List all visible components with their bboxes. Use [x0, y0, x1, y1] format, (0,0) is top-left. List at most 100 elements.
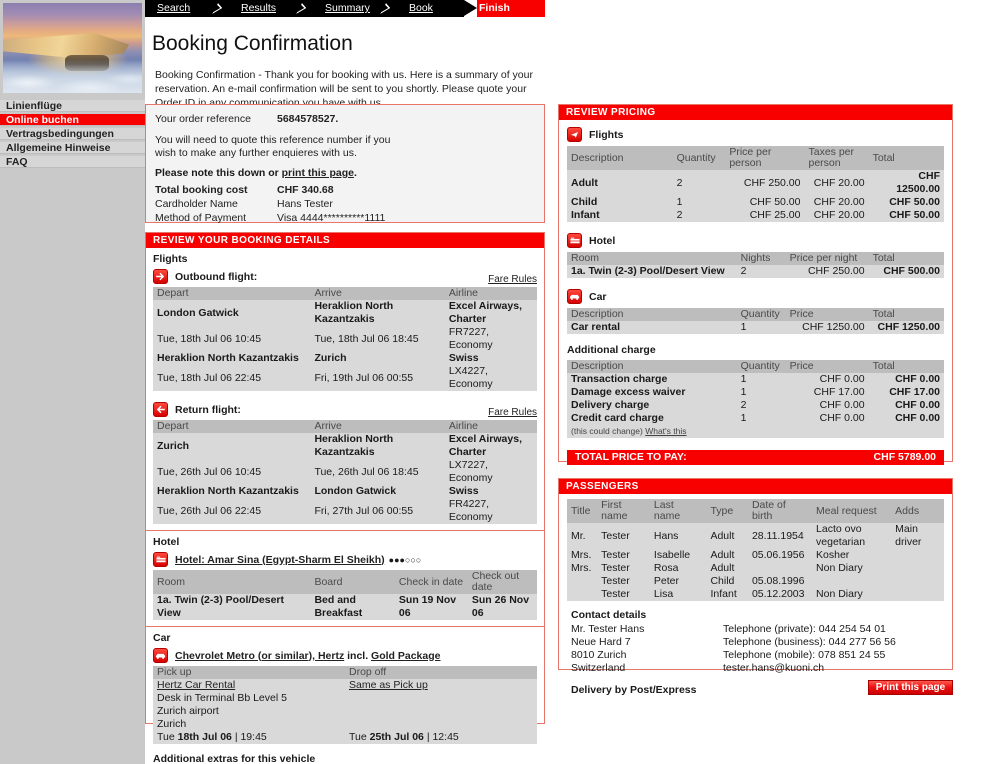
- cell-arrive: Zurich: [310, 352, 445, 365]
- breadcrumb-step-book[interactable]: Book: [397, 0, 464, 17]
- phone-mobile: Telephone (mobile): 078 851 24 55: [723, 649, 886, 661]
- dropoff-location-link[interactable]: Same as Pick up: [349, 679, 428, 691]
- breadcrumb-step-summary[interactable]: Summary: [313, 0, 380, 17]
- cell-dropoff-blank: [345, 718, 537, 731]
- phone-private: Telephone (private): 044 254 54 01: [723, 623, 886, 635]
- cell-qty: 1: [672, 196, 726, 209]
- cell-price: CHF 1250.00: [785, 321, 869, 334]
- col-quantity: Quantity: [736, 360, 786, 373]
- table-row: Tester Lisa Infant 05.12.2003 Non Diary: [567, 588, 944, 601]
- cell-dropoff-blank: [345, 705, 537, 718]
- cell-last-name: Isabelle: [649, 549, 707, 562]
- passengers-table: Title First name Last name Type Date of …: [567, 499, 944, 601]
- cell-room: 1a. Twin (2-3) Pool/Desert View: [567, 265, 737, 278]
- pricing-additional-block: Additional charge Description Quantity P…: [559, 340, 952, 444]
- cell-last-name: Peter: [649, 575, 707, 588]
- order-reference-label: Your order reference: [155, 113, 251, 125]
- table-row: Mrs. Tester Isabelle Adult 05.06.1956 Kosher: [567, 549, 944, 562]
- chevron-right-icon: [296, 0, 313, 17]
- contact-city: 8010 Zurich: [571, 649, 627, 661]
- table-row: Tue, 26th Jul 06 10:45 Tue, 26th Jul 06 1…: [153, 459, 537, 485]
- return-flight-label: Return flight:: [175, 403, 241, 416]
- cell-total: CHF 50.00: [868, 196, 944, 209]
- cell-flight-number: FR7227, Economy: [444, 326, 537, 352]
- hotel-name-link[interactable]: Hotel: Amar Sina (Egypt-Sharm El Sheikh): [175, 554, 385, 566]
- flights-section-title: Flights: [153, 253, 188, 265]
- car-header: Chevrolet Metro (or similar), Hertz incl…: [153, 648, 537, 663]
- fare-rules-link-outbound[interactable]: Fare Rules: [488, 274, 537, 285]
- passengers-panel: PASSENGERS Title First name Last name Ty…: [558, 478, 953, 696]
- cell-arrive-time: Tue, 26th Jul 06 18:45: [310, 459, 445, 485]
- sidebar-item-faq[interactable]: FAQ: [0, 156, 145, 168]
- cell-arrive-time: Tue, 18th Jul 06 18:45: [310, 326, 445, 352]
- breadcrumb-step-search[interactable]: Search: [145, 0, 212, 17]
- cell-total: CHF 500.00: [868, 265, 944, 278]
- pricing-hotel-block: Hotel Room Nights Price per night Total …: [559, 228, 952, 284]
- cell-arrive: Heraklion North Kazantzakis: [310, 300, 445, 326]
- print-this-page-link[interactable]: print this page: [282, 167, 354, 179]
- cell-qty: 1: [736, 321, 786, 334]
- cell-desc: Transaction charge: [567, 373, 737, 386]
- breadcrumb-steps: Search Results Summary Book: [145, 0, 464, 17]
- total-price-label: TOTAL PRICE TO PAY:: [575, 451, 687, 463]
- table-header-row: Depart Arrive Airline: [153, 287, 537, 300]
- payment-method-label: Method of Payment: [155, 212, 247, 224]
- sidebar: Linienflüge Online buchen Vertragsbeding…: [0, 0, 145, 764]
- col-description: Description: [567, 146, 673, 170]
- sidebar-item-allgemeine-hinweise[interactable]: Allgemeine Hinweise: [0, 142, 145, 154]
- return-flight-table: Depart Arrive Airline Zurich Heraklion No…: [153, 420, 537, 524]
- cell-desc: Car rental: [567, 321, 737, 334]
- flights-section: Flights Outbound flight: Fare Rules Depa…: [146, 248, 544, 531]
- sidebar-item-online-buchen[interactable]: Online buchen: [0, 114, 145, 126]
- col-price-per-night: Price per night: [785, 252, 869, 265]
- clouds-shape: [3, 59, 142, 93]
- car-section: Car Chevrolet Metro (or similar), Hertz …: [146, 627, 544, 764]
- cell-qty: 1: [736, 412, 786, 425]
- cell-desc: Damage excess waiver: [567, 386, 737, 399]
- cell-pickup-line1: Desk in Terminal Bb Level 5: [153, 692, 345, 705]
- print-prefix: Please note this down or: [155, 167, 282, 179]
- col-checkout: Check out date: [467, 570, 537, 594]
- cell-price: CHF 250.00: [785, 265, 869, 278]
- pricing-car-header: Car: [567, 289, 944, 304]
- cell-first-name: Tester: [597, 523, 650, 549]
- contact-details-title: Contact details: [571, 609, 647, 621]
- cell-type: Child: [706, 575, 748, 588]
- cardholder-name-value: Hans Tester: [277, 198, 333, 210]
- cell-price: CHF 0.00: [785, 412, 869, 425]
- cell-total: CHF 0.00: [868, 399, 944, 412]
- cell-board: Bed and Breakfast: [310, 594, 395, 620]
- cell-title: Mrs.: [567, 562, 598, 575]
- print-suffix: .: [353, 167, 357, 179]
- cell-arrive: London Gatwick: [310, 485, 445, 498]
- sidebar-nav: Linienflüge Online buchen Vertragsbeding…: [0, 99, 145, 169]
- cell-total: CHF 1250.00: [868, 321, 944, 334]
- breadcrumb-step-results[interactable]: Results: [229, 0, 296, 17]
- fare-rules-link-return[interactable]: Fare Rules: [488, 407, 537, 418]
- cell-flight-number: LX4227, Economy: [444, 365, 537, 391]
- cell-price: CHF 0.00: [785, 373, 869, 386]
- table-row: Tue, 18th Jul 06 22:45 Fri, 19th Jul 06 0…: [153, 365, 537, 391]
- total-price-bar: TOTAL PRICE TO PAY: CHF 5789.00: [567, 450, 944, 465]
- car-name-link[interactable]: Chevrolet Metro (or similar), Hertz: [175, 650, 344, 662]
- chevron-right-icon: [212, 0, 229, 17]
- cell-total: CHF 17.00: [868, 386, 944, 399]
- cell-meal: Lacto ovo vegetarian: [812, 523, 892, 549]
- car-name-mid: incl.: [344, 649, 372, 662]
- table-header-row: Depart Arrive Airline: [153, 420, 537, 433]
- hotel-section-title: Hotel: [153, 536, 180, 548]
- dropoff-day-prefix: Tue: [349, 731, 370, 743]
- pickup-location-link[interactable]: Hertz Car Rental: [157, 679, 235, 691]
- sidebar-item-linienfluege[interactable]: Linienflüge: [0, 100, 145, 112]
- sidebar-item-vertragsbedingungen[interactable]: Vertragsbedingungen: [0, 128, 145, 140]
- cell-arrive-time: Fri, 19th Jul 06 00:55: [310, 365, 445, 391]
- cell-total: CHF 12500.00: [868, 170, 944, 196]
- col-room: Room: [567, 252, 737, 265]
- whats-this-link[interactable]: What's this: [645, 426, 686, 436]
- breadcrumb-arrow-point: [464, 0, 477, 16]
- gold-package-link[interactable]: Gold Package: [371, 650, 440, 662]
- col-total: Total: [868, 308, 944, 321]
- pricing-hotel-header: Hotel: [567, 233, 944, 248]
- print-this-page-button[interactable]: Print this page: [868, 680, 953, 695]
- cell-pickup-line2: Zurich airport: [153, 705, 345, 718]
